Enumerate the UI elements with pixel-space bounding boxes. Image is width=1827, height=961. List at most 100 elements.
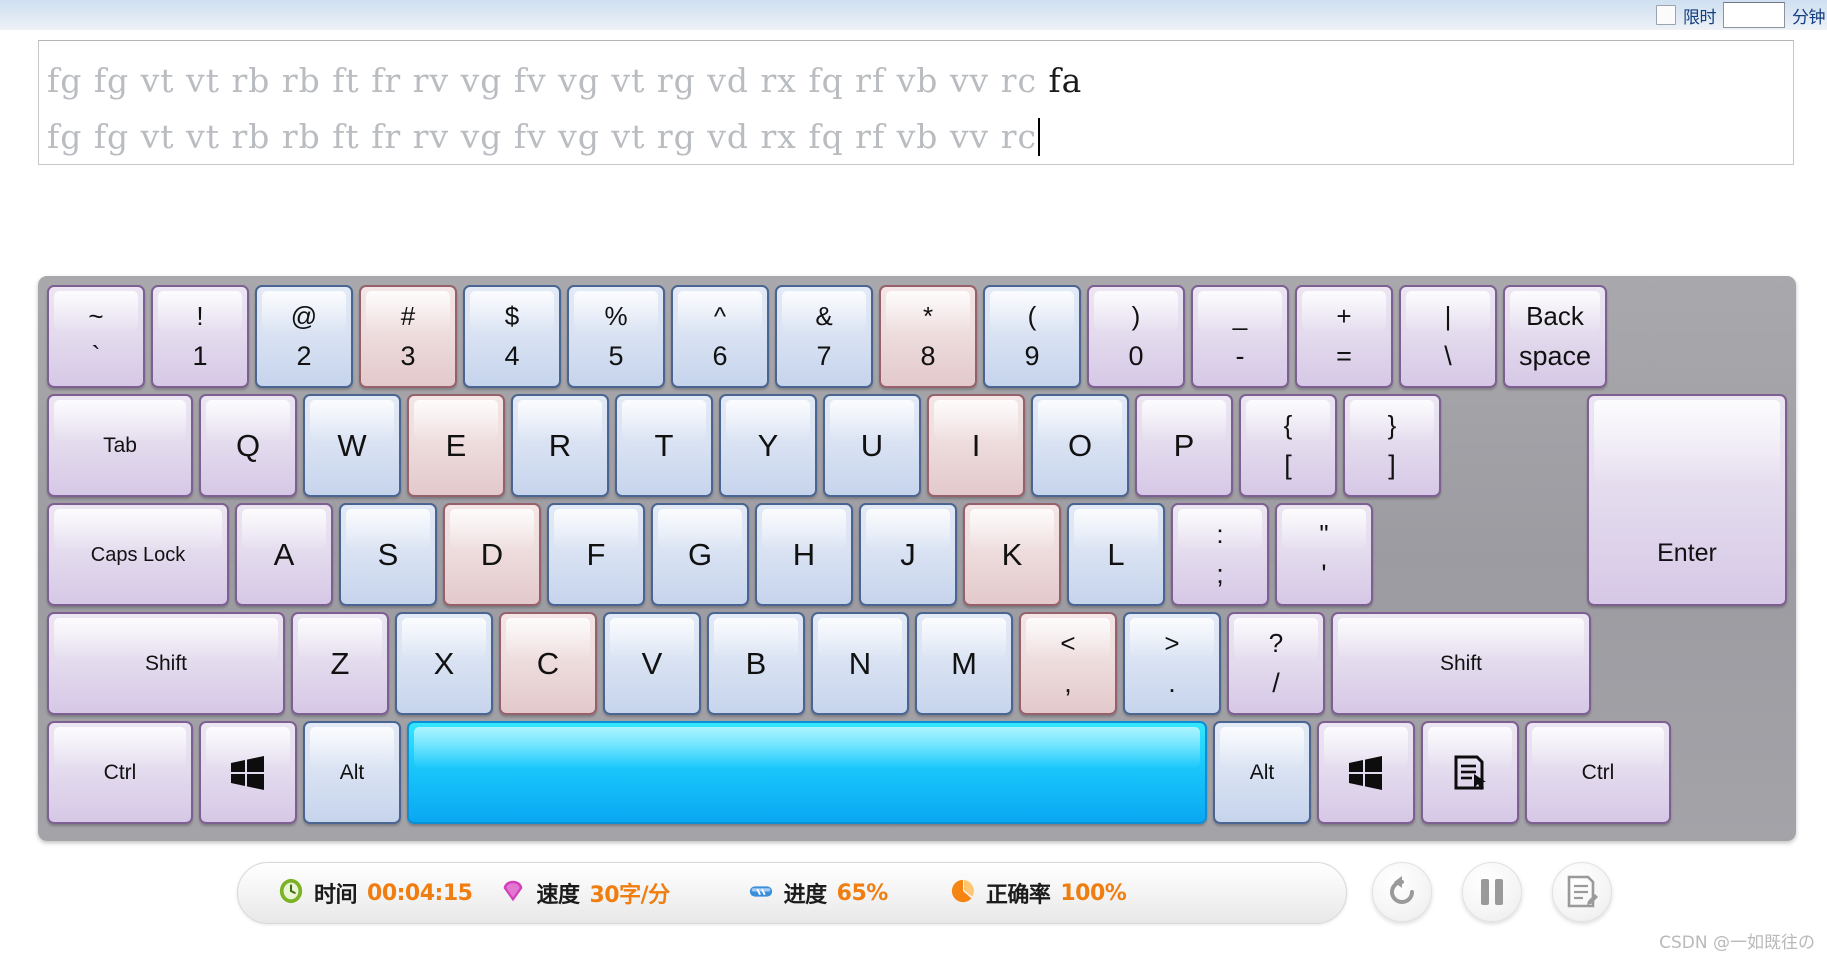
key-backquote[interactable]: ~ ` (47, 285, 145, 388)
stat-time-value: 00:04:15 (367, 880, 473, 906)
key-shift-left[interactable]: Shift (47, 612, 285, 715)
key-slash-glyph-bottom: / (1272, 668, 1280, 698)
progress-icon (748, 878, 774, 909)
stat-speed: 速度 30字/分 (486, 877, 683, 909)
key-o[interactable]: O (1031, 394, 1129, 497)
time-limit-minutes-input[interactable] (1723, 2, 1785, 28)
key-i[interactable]: I (927, 394, 1025, 497)
key-8[interactable]: * 8 (879, 285, 977, 388)
key-f[interactable]: F (547, 503, 645, 606)
clock-icon (278, 878, 304, 909)
key-5[interactable]: % 5 (567, 285, 665, 388)
key-bracket-right-glyph-top: } (1387, 410, 1397, 440)
key-quote-glyph-top: " (1319, 519, 1329, 549)
key-r[interactable]: R (511, 394, 609, 497)
pause-button[interactable] (1462, 862, 1522, 922)
key-q[interactable]: Q (199, 394, 297, 497)
key-ctrl-left-glyph-top: Ctrl (103, 761, 137, 784)
key-b[interactable]: B (707, 612, 805, 715)
typing-text-panel[interactable]: fg fg vt vt rb rb ft fr rv vg fv vg vt r… (38, 40, 1794, 165)
key-s-glyph-top: S (377, 537, 399, 572)
key-s[interactable]: S (339, 503, 437, 606)
user-input-line[interactable]: fg fg vt vt rb rb ft fr rv vg fv vg vt r… (47, 109, 1785, 165)
key-ctrl-right[interactable]: Ctrl (1525, 721, 1671, 824)
key-bracket-left[interactable]: {[ (1239, 394, 1337, 497)
key-e[interactable]: E (407, 394, 505, 497)
key-d-glyph-top: D (480, 537, 504, 572)
key-r-glyph-top: R (548, 428, 572, 463)
key-win-right[interactable] (1317, 721, 1415, 824)
key-equals-glyph-top: + (1336, 301, 1352, 331)
key-1-glyph-top: ! (196, 301, 204, 331)
key-quote[interactable]: " ' (1275, 503, 1373, 606)
key-backslash[interactable]: | \ (1399, 285, 1497, 388)
key-g[interactable]: G (651, 503, 749, 606)
key-h[interactable]: H (755, 503, 853, 606)
key-w[interactable]: W (303, 394, 401, 497)
restart-button[interactable] (1372, 862, 1432, 922)
key-v[interactable]: V (603, 612, 701, 715)
key-n[interactable]: N (811, 612, 909, 715)
clock-icon (279, 878, 303, 903)
key-minus[interactable]: _ - (1191, 285, 1289, 388)
key-comma[interactable]: <, (1019, 612, 1117, 715)
key-0[interactable]: ) 0 (1087, 285, 1185, 388)
home-row: Caps Lock A S D F G H J K L:; " ' (47, 503, 1787, 606)
key-minus-glyph-bottom: - (1235, 341, 1245, 371)
key-u[interactable]: U (823, 394, 921, 497)
key-ctrl-right-glyph-top: Ctrl (1581, 761, 1615, 784)
key-7[interactable]: & 7 (775, 285, 873, 388)
key-l[interactable]: L (1067, 503, 1165, 606)
time-limit-checkbox[interactable] (1656, 5, 1676, 25)
key-tab[interactable]: Tab (47, 394, 193, 497)
key-d[interactable]: D (443, 503, 541, 606)
key-1[interactable]: ! 1 (151, 285, 249, 388)
key-menu[interactable] (1421, 721, 1519, 824)
key-a[interactable]: A (235, 503, 333, 606)
key-shift-right-glyph-top: Shift (1439, 652, 1483, 675)
key-alt-right[interactable]: Alt (1213, 721, 1311, 824)
stat-speed-label: 速度 (536, 883, 580, 908)
key-y[interactable]: Y (719, 394, 817, 497)
key-j[interactable]: J (859, 503, 957, 606)
key-semicolon[interactable]: :; (1171, 503, 1269, 606)
key-4[interactable]: $4 (463, 285, 561, 388)
key-t[interactable]: T (615, 394, 713, 497)
key-1-glyph-bottom: 1 (192, 341, 208, 371)
key-shift-right[interactable]: Shift (1331, 612, 1591, 715)
key-enter[interactable]: Enter (1587, 394, 1787, 606)
key-3[interactable]: #3 (359, 285, 457, 388)
key-x[interactable]: X (395, 612, 493, 715)
key-backspace[interactable]: Back space (1503, 285, 1607, 388)
key-caps-lock[interactable]: Caps Lock (47, 503, 229, 606)
key-bracket-right[interactable]: }] (1343, 394, 1441, 497)
key-ctrl-left[interactable]: Ctrl (47, 721, 193, 824)
key-6[interactable]: ^ 6 (671, 285, 769, 388)
restart-icon (1390, 876, 1414, 904)
key-alt-left[interactable]: Alt (303, 721, 401, 824)
key-2[interactable]: @2 (255, 285, 353, 388)
key-period[interactable]: >. (1123, 612, 1221, 715)
key-c[interactable]: C (499, 612, 597, 715)
key-slash[interactable]: ? / (1227, 612, 1325, 715)
key-9[interactable]: (9 (983, 285, 1081, 388)
stat-time: 时间 00:04:15 (238, 877, 486, 909)
key-period-glyph-bottom: . (1168, 668, 1176, 698)
key-m[interactable]: M (915, 612, 1013, 715)
key-p[interactable]: P (1135, 394, 1233, 497)
key-9-glyph-top: ( (1027, 301, 1037, 331)
enter-key-label: Enter (1657, 539, 1717, 567)
key-z[interactable]: Z (291, 612, 389, 715)
key-equals[interactable]: + = (1295, 285, 1393, 388)
time-limit-unit-label: 分钟 (1792, 7, 1826, 28)
number-row: ~ `! 1 @2 #3 $4% 5 ^ 6 & 7 * 8(9) 0 _ - + = | \ Back space (47, 285, 1787, 388)
key-k[interactable]: K (963, 503, 1061, 606)
key-w-glyph-top: W (337, 428, 367, 463)
report-button[interactable] (1552, 862, 1612, 922)
key-alt-left-glyph-top: Alt (339, 761, 365, 784)
key-space[interactable] (407, 721, 1207, 824)
key-c-glyph-top: C (536, 646, 560, 681)
status-bar: 时间 00:04:15 速度 30字/分 进度 65% 正确率 100% (237, 862, 1347, 924)
stat-progress-value: 65% (836, 880, 889, 906)
key-win-left[interactable] (199, 721, 297, 824)
